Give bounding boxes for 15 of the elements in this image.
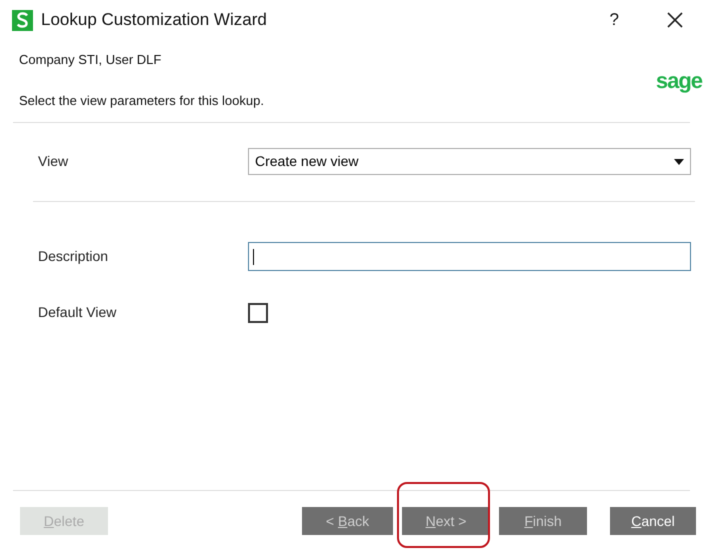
window-title: Lookup Customization Wizard — [41, 9, 267, 32]
description-field[interactable] — [248, 242, 691, 271]
instruction-text: Select the view parameters for this lookup. — [19, 92, 264, 110]
field-label: Description — [38, 247, 110, 266]
field-label: View — [38, 152, 70, 171]
sage-logo: sage — [656, 67, 702, 95]
app-logo-icon — [12, 10, 33, 30]
checkbox[interactable] — [248, 302, 268, 322]
close-icon[interactable] — [667, 12, 683, 28]
help-button[interactable]: ? — [610, 7, 619, 33]
caret-icon — [674, 158, 684, 164]
field-label: Default View — [38, 303, 118, 322]
wizard-button[interactable]: Cancel — [610, 507, 696, 535]
company-text: Company STI, User DLF — [19, 51, 162, 69]
view-dropdown[interactable]: Create new view — [248, 148, 691, 175]
